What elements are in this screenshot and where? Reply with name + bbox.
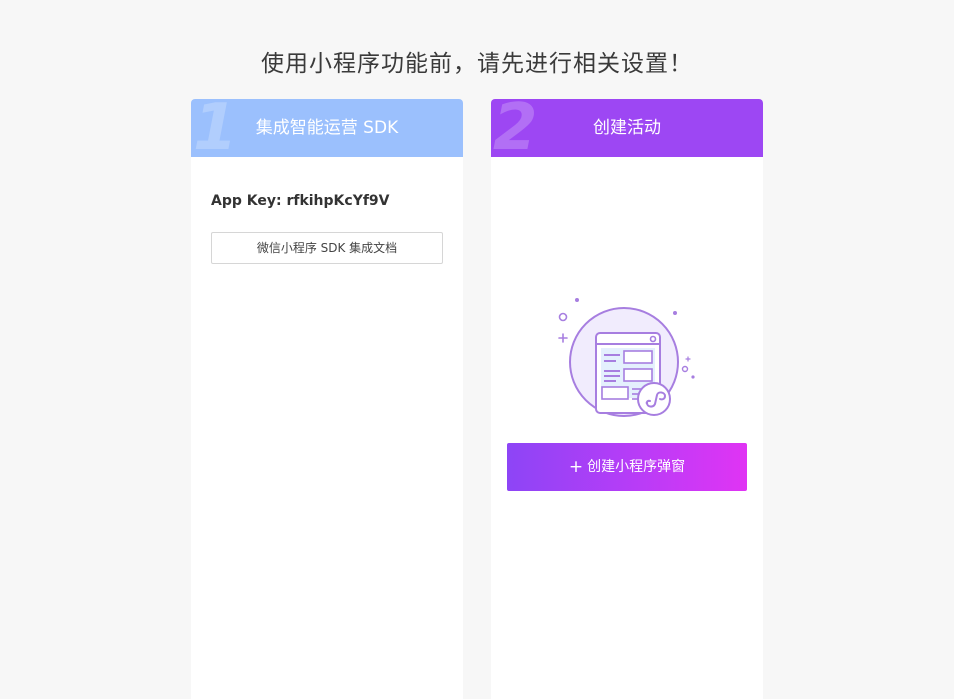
step1-number: 1 (193, 99, 238, 157)
step1-title: 集成智能运营 SDK (255, 118, 399, 138)
step2-header: 2 创建活动 (491, 99, 763, 157)
app-key-label: App Key: rfkihpKcYf9V (211, 193, 390, 209)
step1-header: 1 集成智能运营 SDK (191, 99, 463, 157)
page-title: 使用小程序功能前，请先进行相关设置！ (261, 51, 693, 77)
sdk-doc-button[interactable]: 微信小程序 SDK 集成文档 (211, 232, 443, 264)
step2-card: 2 创建活动 + 创建小程序弹窗 (491, 99, 763, 699)
create-popup-button[interactable]: + 创建小程序弹窗 (507, 443, 747, 491)
step2-title: 创建活动 (593, 118, 661, 138)
step1-card: 1 集成智能运营 SDK App Key: rfkihpKcYf9V 微信小程序… (191, 99, 463, 699)
mini-program-illustration-icon (554, 295, 704, 421)
step2-number: 2 (493, 99, 538, 157)
plus-icon: + (568, 457, 584, 477)
create-popup-button-label: 创建小程序弹窗 (587, 459, 686, 475)
